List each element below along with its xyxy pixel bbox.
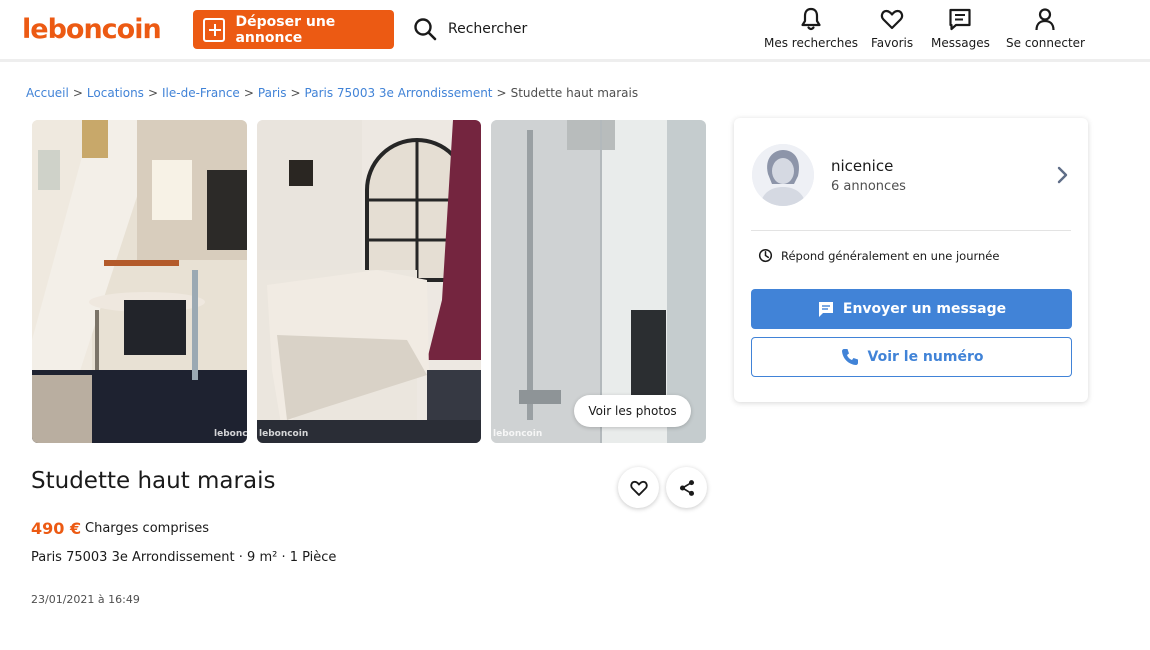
heart-icon	[880, 9, 904, 30]
breadcrumb-region[interactable]: Ile-de-France	[162, 86, 240, 100]
favorite-button[interactable]	[618, 467, 659, 508]
nav-messages[interactable]: Messages	[931, 6, 990, 50]
phone-icon	[841, 349, 858, 365]
nav-messages-label: Messages	[931, 36, 990, 50]
share-icon	[679, 479, 694, 496]
heart-icon	[629, 480, 648, 496]
clock-icon	[758, 248, 773, 263]
post-ad-label: Déposer une annonce	[235, 13, 336, 46]
send-message-button[interactable]: Envoyer un message	[751, 289, 1072, 329]
photo-sofa-image	[257, 120, 481, 443]
nav-saved-searches[interactable]: Mes recherches	[764, 6, 858, 50]
send-message-label: Envoyer un message	[842, 301, 1007, 317]
listing-photo-2[interactable]: leboncoin	[257, 120, 481, 443]
search-label: Rechercher	[448, 21, 528, 37]
listing-location: Paris 75003 3e Arrondissement · 9 m² · 1…	[31, 550, 337, 565]
show-phone-button[interactable]: Voir le numéro	[751, 337, 1072, 377]
nav-favorites-label: Favoris	[871, 36, 914, 50]
breadcrumb-locations[interactable]: Locations	[87, 86, 144, 100]
breadcrumb-separator: >	[243, 86, 254, 100]
share-button[interactable]	[666, 467, 707, 508]
show-phone-label: Voir le numéro	[867, 349, 984, 365]
leboncoin-logo[interactable]: leboncoin	[22, 14, 162, 45]
response-time: Répond généralement en une journée	[758, 248, 999, 263]
listing-title: Studette haut marais	[31, 468, 276, 494]
chat-icon	[818, 302, 833, 317]
breadcrumb-separator: >	[290, 86, 301, 100]
listing-photo-1[interactable]: leboncoin	[32, 120, 247, 443]
seller-card: nicenice 6 annonces Répond généralement …	[734, 118, 1088, 402]
breadcrumb-separator: >	[496, 86, 507, 100]
view-photos-button[interactable]: Voir les photos	[574, 395, 691, 427]
nav-favorites[interactable]: Favoris	[871, 6, 913, 50]
post-ad-button[interactable]: Déposer une annonce	[193, 10, 394, 49]
breadcrumb-city[interactable]: Paris	[258, 86, 287, 100]
user-avatar-icon	[752, 144, 814, 206]
breadcrumb: Accueil > Locations > Ile-de-France > Paris > Pa…	[26, 86, 638, 100]
breadcrumb-separator: >	[72, 86, 83, 100]
message-icon	[949, 8, 972, 31]
nav-login-label: Se connecter	[1006, 36, 1085, 50]
avatar[interactable]	[752, 144, 814, 206]
response-time-label: Répond généralement en une journée	[781, 248, 1000, 263]
chevron-right-icon	[1057, 166, 1068, 184]
seller-name[interactable]: nicenice	[831, 157, 893, 175]
top-header: leboncoin Déposer une annonce Rechercher…	[0, 0, 1150, 62]
bell-icon	[801, 7, 821, 31]
listing-price: 490 €	[31, 519, 82, 538]
user-icon	[1035, 8, 1056, 31]
listing-date: 23/01/2021 à 16:49	[31, 593, 140, 606]
breadcrumb-home[interactable]: Accueil	[26, 86, 69, 100]
plus-icon	[203, 17, 226, 42]
breadcrumb-separator: >	[147, 86, 158, 100]
watermark: leboncoin	[493, 429, 543, 439]
divider	[751, 230, 1071, 231]
nav-saved-searches-label: Mes recherches	[764, 36, 858, 50]
watermark: leboncoin	[214, 429, 247, 439]
breadcrumb-district[interactable]: Paris 75003 3e Arrondissement	[305, 86, 493, 100]
seller-listings-count: 6 annonces	[831, 179, 906, 194]
photo-kitchen-image	[32, 120, 247, 443]
seller-profile-link[interactable]	[1054, 165, 1072, 189]
search-button[interactable]: Rechercher	[412, 16, 527, 42]
nav-login[interactable]: Se connecter	[1006, 6, 1085, 50]
listing-charges: Charges comprises	[85, 521, 210, 536]
watermark: leboncoin	[259, 429, 309, 439]
breadcrumb-current: Studette haut marais	[510, 86, 639, 100]
search-icon	[414, 18, 437, 41]
